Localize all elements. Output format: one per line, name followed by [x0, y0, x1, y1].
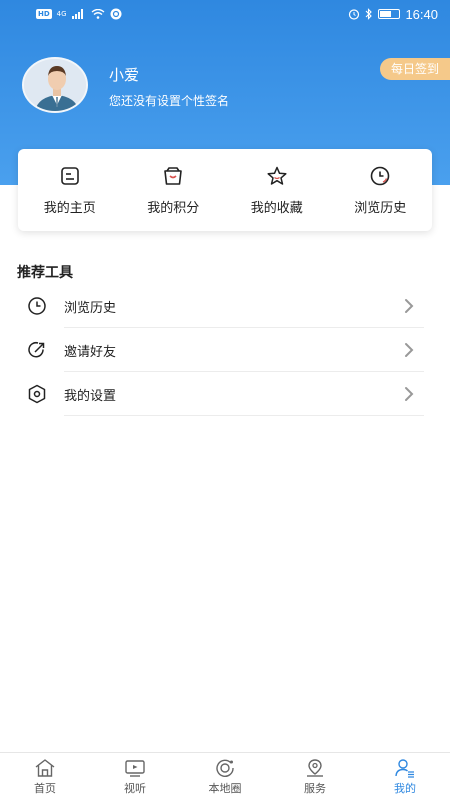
signal-icon [71, 9, 83, 19]
battery-icon [378, 9, 401, 19]
tool-item-label: 浏览历史 [64, 300, 117, 316]
star-icon [267, 166, 287, 185]
tool-item-settings[interactable]: 我的设置 [26, 372, 424, 416]
chevron-right-icon [405, 387, 414, 401]
tab-service[interactable]: 服务 [270, 753, 360, 800]
tools-section-title: 推荐工具 [17, 265, 73, 281]
tab-label: 我的 [394, 781, 416, 795]
avatar[interactable] [22, 57, 88, 113]
network-label: 4G [56, 10, 67, 18]
clock-time: 16:40 [405, 6, 438, 22]
status-right: 16:40 [348, 7, 438, 22]
divider [64, 415, 424, 416]
bluetooth-icon [366, 8, 373, 20]
signature-text[interactable]: 您还没有设置个性签名 [109, 92, 229, 109]
tab-label: 首页 [34, 781, 56, 795]
settings-hexagon-icon [26, 383, 48, 405]
clock-icon [370, 166, 390, 185]
app-notification-icon [110, 8, 122, 20]
daily-checkin-button[interactable]: 每日签到 [380, 58, 450, 80]
clock-icon [26, 295, 48, 317]
share-icon [26, 339, 48, 361]
local-circle-icon [216, 759, 234, 777]
quick-action-label: 浏览历史 [354, 200, 407, 216]
tab-home[interactable]: 首页 [0, 753, 90, 800]
username: 小爱 [109, 66, 140, 84]
quick-action-homepage[interactable]: 我的主页 [18, 149, 122, 231]
tab-label: 本地圈 [208, 781, 242, 795]
homepage-icon [60, 166, 79, 185]
quick-action-points[interactable]: 我的积分 [122, 149, 226, 231]
home-icon [35, 758, 55, 777]
quick-action-history[interactable]: 浏览历史 [329, 149, 433, 231]
chevron-right-icon [405, 343, 414, 357]
tab-local[interactable]: 本地圈 [180, 753, 270, 800]
alarm-icon [349, 9, 360, 20]
bottom-tab-bar: 首页 视听 本地圈 服务 我的 [0, 752, 450, 800]
location-pin-icon [307, 758, 323, 777]
quick-action-favorites[interactable]: 我的收藏 [225, 149, 329, 231]
tools-list: 浏览历史 邀请好友 我的设置 [26, 284, 424, 416]
quick-action-label: 我的主页 [43, 200, 96, 216]
tab-label: 视听 [124, 781, 146, 795]
tool-item-history[interactable]: 浏览历史 [26, 284, 424, 328]
quick-actions-card: 我的主页 我的积分 我的收藏 浏览历史 [18, 149, 432, 231]
profile-icon [395, 758, 414, 778]
tool-item-label: 我的设置 [64, 388, 117, 404]
tab-label: 服务 [304, 781, 326, 795]
status-bar: HD 4G 16:40 [0, 0, 450, 28]
wifi-icon [91, 9, 105, 19]
tool-item-label: 邀请好友 [64, 344, 117, 360]
tv-icon [125, 759, 145, 777]
tab-media[interactable]: 视听 [90, 753, 180, 800]
points-bag-icon [164, 166, 183, 185]
status-left: HD 4G [36, 8, 122, 20]
tab-mine[interactable]: 我的 [360, 753, 450, 800]
quick-action-label: 我的积分 [147, 200, 200, 216]
chevron-right-icon [405, 299, 414, 313]
quick-action-label: 我的收藏 [250, 200, 303, 216]
hd-badge: HD [36, 9, 52, 19]
tool-item-invite[interactable]: 邀请好友 [26, 328, 424, 372]
